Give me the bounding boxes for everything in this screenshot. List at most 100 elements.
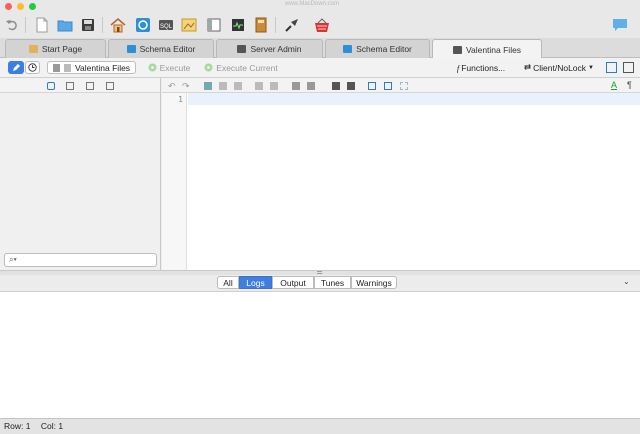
toolbar-separator <box>275 17 276 33</box>
execute-current-label: Execute Current <box>216 62 278 73</box>
braces-icon[interactable] <box>368 82 376 90</box>
align-icon[interactable] <box>234 82 242 90</box>
document-tab-bar: Start Page Schema Editor Server Admin Sc… <box>0 38 640 59</box>
tab-server-admin[interactable]: Server Admin <box>216 39 323 58</box>
files-selector-label: Valentina Files <box>74 62 131 73</box>
font-color-icon[interactable]: A <box>611 80 619 90</box>
chevron-down-icon[interactable]: ⌄ <box>623 277 630 286</box>
play-icon <box>204 63 213 72</box>
schema-editor-icon <box>343 45 353 53</box>
left-panel: ⌕▾ <box>0 78 161 270</box>
screen-icon[interactable] <box>384 82 392 90</box>
pilcrow-icon[interactable]: ¶ <box>627 80 635 90</box>
list-icon <box>52 63 60 72</box>
tab-start-page[interactable]: Start Page <box>5 39 106 58</box>
chat-icon[interactable] <box>611 16 629 34</box>
col-indicator: Col: 1 <box>40 421 64 431</box>
sort-up-icon[interactable] <box>292 82 300 90</box>
tab-schema-editor[interactable]: Schema Editor <box>108 39 214 58</box>
connect-icon[interactable] <box>283 16 301 34</box>
delete-icon[interactable] <box>347 82 355 90</box>
current-line-highlight <box>188 93 640 105</box>
monitor-icon <box>237 45 247 53</box>
tab-warnings[interactable]: Warnings <box>351 276 397 289</box>
left-panel-toolbar <box>0 78 160 93</box>
tab-output[interactable]: Output <box>272 276 314 289</box>
toolbar-separator <box>102 17 103 33</box>
open-folder-icon[interactable] <box>56 16 74 34</box>
outdent-icon[interactable] <box>219 82 227 90</box>
tab-label: Schema Editor <box>356 44 412 54</box>
functions-label: Functions... <box>461 62 506 73</box>
transaction-mode-label: Client/NoLock <box>533 62 587 73</box>
title-bar: www.MacDown.com <box>0 0 640 12</box>
tab-logs[interactable]: Logs <box>239 276 272 289</box>
play-icon <box>148 63 157 72</box>
redo-icon[interactable]: ↷ <box>182 82 190 91</box>
toggle-right-panel-button[interactable] <box>623 62 634 73</box>
pencil-icon <box>12 64 20 71</box>
undo-icon[interactable]: ↶ <box>168 82 176 91</box>
sql-icon[interactable]: SQL <box>157 16 175 34</box>
minimize-window-button[interactable] <box>17 3 24 10</box>
basket-icon[interactable] <box>313 16 331 34</box>
insert-icon[interactable] <box>332 82 340 90</box>
execute-current-button[interactable]: Execute Current <box>203 61 279 74</box>
window-icon[interactable] <box>205 16 223 34</box>
indent-icon[interactable] <box>204 82 212 90</box>
row-indicator: Row: 1 <box>4 421 31 431</box>
status-bar: Row: 1 Col: 1 <box>0 418 640 434</box>
close-window-button[interactable] <box>5 3 12 10</box>
editor-toolbar: Valentina Files Execute Execute Current … <box>0 58 640 78</box>
svg-text:SQL: SQL <box>160 24 173 30</box>
undo-icon[interactable] <box>3 16 21 34</box>
sql-icon <box>452 45 462 54</box>
tab-label: Start Page <box>41 44 83 54</box>
home-icon[interactable] <box>109 16 127 34</box>
tab-tunes[interactable]: Tunes <box>314 276 351 289</box>
edit-mode-button[interactable] <box>8 61 24 74</box>
tab-label: Server Admin <box>250 44 302 54</box>
schema-editor-icon[interactable] <box>134 16 152 34</box>
image-icon[interactable] <box>180 16 198 34</box>
tab-label: Valentina Files <box>465 44 522 55</box>
sql-editor[interactable]: ↶ ↷ A ¶ 1 <box>162 78 640 270</box>
sort-down-icon[interactable] <box>307 82 315 90</box>
transaction-mode-menu[interactable]: ⇄ Client/NoLock ▼ <box>520 61 598 74</box>
image-icon[interactable] <box>106 82 114 90</box>
save-icon[interactable] <box>79 16 97 34</box>
main-toolbar: SQL <box>0 12 640 38</box>
tab-all[interactable]: All <box>217 276 239 289</box>
notebook-icon[interactable] <box>252 16 270 34</box>
history-button[interactable] <box>25 61 40 74</box>
monitor-icon[interactable] <box>229 16 247 34</box>
chevron-down-icon: ▼ <box>588 64 594 71</box>
tab-schema-editor-2[interactable]: Schema Editor <box>325 39 430 58</box>
tab-label: Schema Editor <box>139 44 196 54</box>
toolbar-separator <box>25 17 26 33</box>
toggle-left-panel-button[interactable] <box>606 62 617 73</box>
files-selector[interactable]: Valentina Files <box>47 61 136 74</box>
tab-valentina-files[interactable]: Valentina Files <box>432 39 542 59</box>
uncomment-icon[interactable] <box>270 82 278 90</box>
execute-button[interactable]: Execute <box>146 61 192 74</box>
zoom-window-button[interactable] <box>29 3 36 10</box>
database-icon[interactable] <box>47 82 55 90</box>
document-icon[interactable] <box>86 82 94 90</box>
output-pane[interactable] <box>0 291 640 418</box>
search-input[interactable]: ⌕▾ <box>4 253 157 267</box>
clock-icon <box>28 63 37 72</box>
execute-label: Execute <box>159 62 191 73</box>
link-icon[interactable] <box>400 82 408 90</box>
editor-format-toolbar: ↶ ↷ A ¶ <box>162 78 640 93</box>
swap-icon: ⇄ <box>524 62 532 72</box>
line-number: 1 <box>178 95 183 104</box>
splitter-grip-icon <box>317 271 322 274</box>
watermark: www.MacDown.com <box>285 1 340 7</box>
columns-icon[interactable] <box>66 82 74 90</box>
new-document-icon[interactable] <box>33 16 51 34</box>
home-icon <box>28 45 38 53</box>
functions-menu[interactable]: f Functions... <box>452 61 510 74</box>
comment-icon[interactable] <box>255 82 263 90</box>
function-icon: f <box>456 62 460 73</box>
